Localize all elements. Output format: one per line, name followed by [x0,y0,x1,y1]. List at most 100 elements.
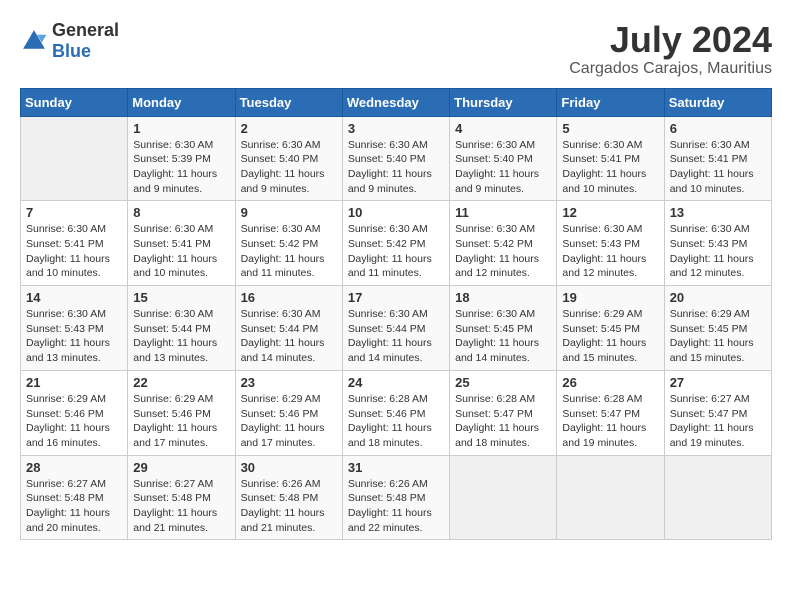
day-detail: Sunrise: 6:30 AMSunset: 5:44 PMDaylight:… [348,307,444,366]
day-number: 20 [670,290,766,305]
day-number: 17 [348,290,444,305]
day-number: 13 [670,205,766,220]
day-detail: Sunrise: 6:27 AMSunset: 5:47 PMDaylight:… [670,392,766,451]
day-detail: Sunrise: 6:30 AMSunset: 5:42 PMDaylight:… [241,222,337,281]
logo-icon [20,27,48,55]
day-detail: Sunrise: 6:30 AMSunset: 5:44 PMDaylight:… [241,307,337,366]
day-detail: Sunrise: 6:30 AMSunset: 5:41 PMDaylight:… [133,222,229,281]
day-detail: Sunrise: 6:30 AMSunset: 5:45 PMDaylight:… [455,307,551,366]
week-row-4: 28Sunrise: 6:27 AMSunset: 5:48 PMDayligh… [21,455,772,540]
day-cell [21,116,128,201]
day-number: 15 [133,290,229,305]
day-cell: 16 Sunrise: 6:30 AMSunset: 5:44 PMDayligh… [235,286,342,371]
day-cell: 18 Sunrise: 6:30 AMSunset: 5:45 PMDayligh… [450,286,557,371]
day-cell: 20 Sunrise: 6:29 AMSunset: 5:45 PMDayligh… [664,286,771,371]
day-number: 1 [133,121,229,136]
day-cell: 19 Sunrise: 6:29 AMSunset: 5:45 PMDayligh… [557,286,664,371]
header-row: SundayMondayTuesdayWednesdayThursdayFrid… [21,88,772,116]
day-number: 4 [455,121,551,136]
calendar-table: SundayMondayTuesdayWednesdayThursdayFrid… [20,88,772,541]
day-cell: 24Sunrise: 6:28 AMSunset: 5:46 PMDayligh… [342,370,449,455]
logo: General Blue [20,20,119,62]
week-row-3: 21 Sunrise: 6:29 AMSunset: 5:46 PMDayligh… [21,370,772,455]
header-wednesday: Wednesday [342,88,449,116]
day-number: 21 [26,375,122,390]
day-cell: 28Sunrise: 6:27 AMSunset: 5:48 PMDayligh… [21,455,128,540]
page-header: General Blue July 2024 Cargados Carajos,… [20,20,772,78]
day-cell [557,455,664,540]
header-tuesday: Tuesday [235,88,342,116]
day-cell: 9Sunrise: 6:30 AMSunset: 5:42 PMDaylight… [235,201,342,286]
day-cell: 2 Sunrise: 6:30 AMSunset: 5:40 PMDaylight… [235,116,342,201]
week-row-1: 7 Sunrise: 6:30 AMSunset: 5:41 PMDaylight… [21,201,772,286]
header-saturday: Saturday [664,88,771,116]
header-thursday: Thursday [450,88,557,116]
location-title: Cargados Carajos, Mauritius [569,60,772,78]
day-detail: Sunrise: 6:30 AMSunset: 5:42 PMDaylight:… [455,222,551,281]
day-cell: 5Sunrise: 6:30 AMSunset: 5:41 PMDaylight… [557,116,664,201]
day-cell: 10 Sunrise: 6:30 AMSunset: 5:42 PMDayligh… [342,201,449,286]
day-cell: 14Sunrise: 6:30 AMSunset: 5:43 PMDayligh… [21,286,128,371]
day-cell: 7Sunrise: 6:30 AMSunset: 5:41 PMDaylight… [21,201,128,286]
logo-text: General Blue [52,20,119,62]
day-number: 27 [670,375,766,390]
header-friday: Friday [557,88,664,116]
day-detail: Sunrise: 6:29 AMSunset: 5:45 PMDaylight:… [562,307,658,366]
day-detail: Sunrise: 6:26 AMSunset: 5:48 PMDaylight:… [241,477,337,536]
day-detail: Sunrise: 6:30 AMSunset: 5:41 PMDaylight:… [670,138,766,197]
day-cell [450,455,557,540]
day-number: 12 [562,205,658,220]
day-cell: 12 Sunrise: 6:30 AMSunset: 5:43 PMDayligh… [557,201,664,286]
day-cell: 1 Sunrise: 6:30 AMSunset: 5:39 PMDaylight… [128,116,235,201]
day-cell: 8Sunrise: 6:30 AMSunset: 5:41 PMDaylight… [128,201,235,286]
day-cell: 25Sunrise: 6:28 AMSunset: 5:47 PMDayligh… [450,370,557,455]
day-number: 5 [562,121,658,136]
day-cell: 27 Sunrise: 6:27 AMSunset: 5:47 PMDayligh… [664,370,771,455]
day-detail: Sunrise: 6:29 AMSunset: 5:46 PMDaylight:… [26,392,122,451]
week-row-0: 1 Sunrise: 6:30 AMSunset: 5:39 PMDaylight… [21,116,772,201]
day-detail: Sunrise: 6:29 AMSunset: 5:46 PMDaylight:… [133,392,229,451]
day-number: 19 [562,290,658,305]
day-cell [664,455,771,540]
day-cell: 26Sunrise: 6:28 AMSunset: 5:47 PMDayligh… [557,370,664,455]
day-cell: 13 Sunrise: 6:30 AMSunset: 5:43 PMDayligh… [664,201,771,286]
day-number: 26 [562,375,658,390]
header-sunday: Sunday [21,88,128,116]
day-cell: 23Sunrise: 6:29 AMSunset: 5:46 PMDayligh… [235,370,342,455]
day-detail: Sunrise: 6:30 AMSunset: 5:40 PMDaylight:… [241,138,337,197]
day-number: 29 [133,460,229,475]
day-cell: 31Sunrise: 6:26 AMSunset: 5:48 PMDayligh… [342,455,449,540]
day-number: 31 [348,460,444,475]
day-detail: Sunrise: 6:29 AMSunset: 5:45 PMDaylight:… [670,307,766,366]
day-number: 2 [241,121,337,136]
header-monday: Monday [128,88,235,116]
day-detail: Sunrise: 6:30 AMSunset: 5:44 PMDaylight:… [133,307,229,366]
week-row-2: 14Sunrise: 6:30 AMSunset: 5:43 PMDayligh… [21,286,772,371]
day-number: 14 [26,290,122,305]
day-cell: 30Sunrise: 6:26 AMSunset: 5:48 PMDayligh… [235,455,342,540]
day-cell: 29Sunrise: 6:27 AMSunset: 5:48 PMDayligh… [128,455,235,540]
day-number: 7 [26,205,122,220]
day-detail: Sunrise: 6:30 AMSunset: 5:39 PMDaylight:… [133,138,229,197]
day-cell: 6 Sunrise: 6:30 AMSunset: 5:41 PMDaylight… [664,116,771,201]
day-cell: 22Sunrise: 6:29 AMSunset: 5:46 PMDayligh… [128,370,235,455]
day-detail: Sunrise: 6:30 AMSunset: 5:40 PMDaylight:… [455,138,551,197]
day-number: 6 [670,121,766,136]
day-detail: Sunrise: 6:30 AMSunset: 5:40 PMDaylight:… [348,138,444,197]
day-number: 10 [348,205,444,220]
day-detail: Sunrise: 6:30 AMSunset: 5:43 PMDaylight:… [670,222,766,281]
day-number: 16 [241,290,337,305]
day-number: 18 [455,290,551,305]
day-cell: 3 Sunrise: 6:30 AMSunset: 5:40 PMDaylight… [342,116,449,201]
day-cell: 11 Sunrise: 6:30 AMSunset: 5:42 PMDayligh… [450,201,557,286]
day-detail: Sunrise: 6:30 AMSunset: 5:42 PMDaylight:… [348,222,444,281]
day-number: 23 [241,375,337,390]
month-title: July 2024 [569,20,772,60]
day-number: 24 [348,375,444,390]
day-detail: Sunrise: 6:30 AMSunset: 5:43 PMDaylight:… [562,222,658,281]
day-cell: 15 Sunrise: 6:30 AMSunset: 5:44 PMDayligh… [128,286,235,371]
day-number: 25 [455,375,551,390]
day-number: 3 [348,121,444,136]
day-number: 28 [26,460,122,475]
day-number: 11 [455,205,551,220]
